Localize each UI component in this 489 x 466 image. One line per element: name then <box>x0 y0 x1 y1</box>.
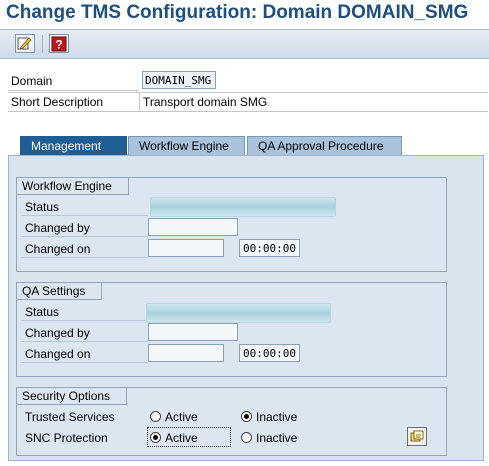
snc-active-label[interactable]: Active <box>165 430 198 446</box>
trusted-services-active-radio[interactable] <box>150 411 161 422</box>
qa-changed-by-field[interactable] <box>148 323 238 341</box>
trusted-services-inactive-radio[interactable] <box>241 411 252 422</box>
tab-management[interactable]: Management <box>20 136 127 155</box>
snc-details-button[interactable] <box>407 427 427 446</box>
workflow-changed-on-label: Changed on <box>25 242 91 256</box>
tab-qa-approval-procedure[interactable]: QA Approval Procedure <box>247 136 402 155</box>
short-description-label: Short Description <box>11 95 104 109</box>
page-title: Change TMS Configuration: Domain DOMAIN_… <box>6 2 469 23</box>
help-button[interactable]: ? <box>49 34 69 53</box>
security-options-group-title: Security Options <box>17 388 128 405</box>
workflow-changed-on-date-field[interactable] <box>148 239 224 257</box>
trusted-services-inactive-label[interactable]: Inactive <box>256 409 297 425</box>
workflow-engine-group-title: Workflow Engine <box>17 178 129 195</box>
snc-inactive-radio[interactable] <box>241 432 252 443</box>
domain-field[interactable]: DOMAIN_SMG <box>142 71 216 89</box>
snc-inactive-label[interactable]: Inactive <box>256 430 297 446</box>
workflow-changed-by-field[interactable] <box>148 218 238 236</box>
domain-label: Domain <box>11 74 53 88</box>
trusted-services-label: Trusted Services <box>25 410 115 424</box>
short-description-field[interactable]: Transport domain SMG <box>143 94 267 110</box>
details-icon <box>410 430 424 442</box>
trusted-services-active-label[interactable]: Active <box>165 409 198 425</box>
display-change-button[interactable] <box>15 34 35 53</box>
qa-changed-on-date-field[interactable] <box>148 344 224 362</box>
snc-protection-label: SNC Protection <box>25 431 108 445</box>
qa-changed-on-label: Changed on <box>25 347 91 361</box>
tab-workflow-engine[interactable]: Workflow Engine <box>128 136 245 155</box>
display-change-icon <box>17 37 32 50</box>
qa-status-label: Status <box>25 305 60 319</box>
qa-changed-by-label: Changed by <box>25 326 90 340</box>
workflow-changed-on-time-field[interactable]: 00:00:00 <box>239 239 300 257</box>
toolbar: ? <box>0 29 489 59</box>
workflow-status-indicator <box>150 197 336 217</box>
qa-changed-on-time-field[interactable]: 00:00:00 <box>239 344 300 362</box>
workflow-status-label: Status <box>25 200 60 214</box>
snc-active-radio[interactable] <box>150 432 161 443</box>
workflow-changed-by-label: Changed by <box>25 221 90 235</box>
qa-settings-group-title: QA Settings <box>17 283 103 300</box>
svg-text:?: ? <box>55 37 62 51</box>
qa-status-indicator <box>146 303 331 323</box>
help-icon: ? <box>51 36 67 51</box>
